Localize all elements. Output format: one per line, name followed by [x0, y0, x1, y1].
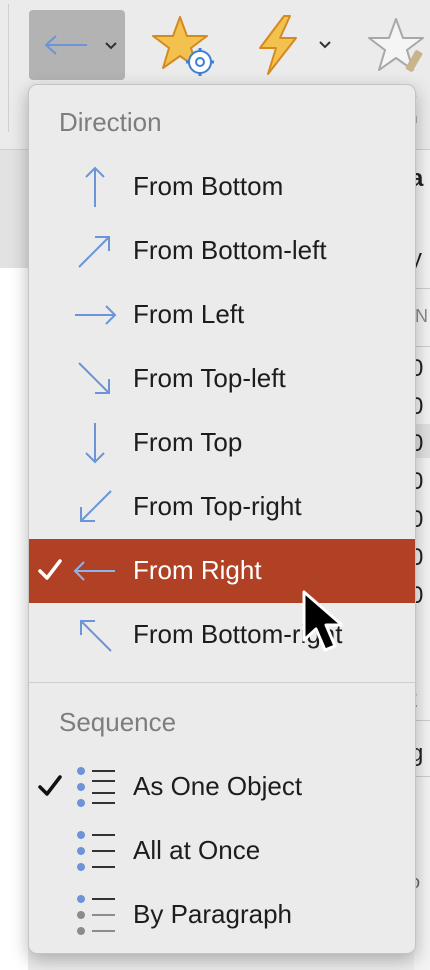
menu-item-from-right[interactable]: From Right — [29, 539, 415, 603]
arrow-up-right-icon — [78, 236, 110, 268]
mouse-cursor-icon — [302, 590, 344, 652]
arrow-up-left-icon — [80, 620, 112, 652]
arrow-left-icon — [73, 561, 115, 581]
menu-item-label: From Top-left — [133, 363, 286, 393]
menu-item-label: All at Once — [133, 835, 261, 865]
pane-divider — [414, 346, 430, 347]
chevron-down-icon — [105, 42, 117, 50]
menu-item-label: From Top — [133, 427, 243, 457]
chevron-down-icon[interactable] — [318, 40, 332, 50]
arrow-left-icon — [44, 35, 87, 55]
sequence-heading: Sequence — [59, 707, 177, 737]
menu-item-as-one-object[interactable]: As One Object — [29, 755, 415, 819]
list-all-at-once-icon — [77, 831, 115, 871]
animation-painter-icon[interactable] — [366, 16, 430, 78]
checkmark-icon — [38, 775, 62, 796]
menu-item-label: By Paragraph — [133, 899, 292, 929]
arrow-down-icon — [85, 423, 105, 464]
arrow-down-right-icon — [78, 362, 110, 394]
arrow-right-icon — [75, 305, 117, 325]
menu-item-from-left[interactable]: From Left — [29, 283, 415, 347]
arrow-up-icon — [85, 166, 105, 207]
menu-item-label: From Bottom — [133, 171, 284, 201]
effect-direction-button[interactable] — [29, 10, 125, 80]
pane-divider — [414, 720, 430, 721]
menu-item-label: From Bottom-left — [133, 235, 327, 265]
menu-item-from-bottom-right[interactable]: From Bottom-right — [29, 603, 415, 667]
menu-item-label: From Right — [133, 555, 262, 585]
lightning-trigger-icon[interactable] — [254, 14, 302, 76]
list-by-paragraph-icon — [77, 895, 115, 935]
animation-effect-options-icon[interactable] — [152, 14, 218, 78]
pane-divider — [414, 776, 430, 777]
effect-options-menu: Direction From Bottom From Bottom-left F… — [28, 84, 416, 954]
list-one-object-icon — [77, 767, 115, 807]
menu-item-from-top-right[interactable]: From Top-right — [29, 475, 415, 539]
slide-canvas — [0, 268, 28, 970]
menu-item-all-at-once[interactable]: All at Once — [29, 819, 415, 883]
checkmark-icon — [38, 559, 62, 580]
menu-item-by-paragraph[interactable]: By Paragraph — [29, 883, 415, 947]
menu-item-from-bottom[interactable]: From Bottom — [29, 155, 415, 219]
menu-item-label: As One Object — [133, 771, 303, 801]
pane-divider — [414, 288, 430, 289]
toolbar-separator — [8, 4, 9, 132]
direction-heading: Direction — [59, 107, 162, 137]
menu-item-label: From Top-right — [133, 491, 302, 521]
arrow-down-left-icon — [80, 490, 112, 522]
menu-item-label: From Left — [133, 299, 245, 329]
menu-item-from-top[interactable]: From Top — [29, 411, 415, 475]
menu-item-from-bottom-left[interactable]: From Bottom-left — [29, 219, 415, 283]
menu-item-from-top-left[interactable]: From Top-left — [29, 347, 415, 411]
menu-divider — [29, 682, 415, 683]
